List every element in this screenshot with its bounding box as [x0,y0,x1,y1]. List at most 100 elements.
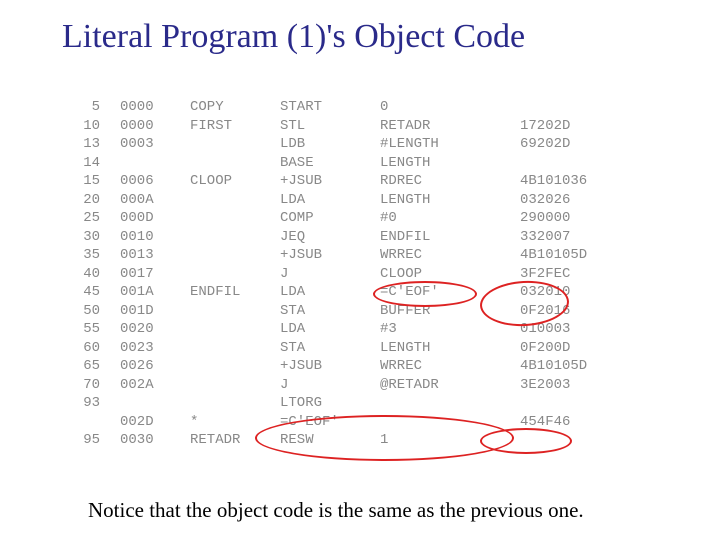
listing-row: 93 LTORG [60,394,645,413]
cell-arg: CLOOP [380,265,520,284]
cell-arg: 1 [380,431,520,450]
cell-op: STL [280,117,380,136]
cell-obj: 3E2003 [520,376,610,395]
cell-arg [380,413,520,432]
cell-line: 5 [60,98,120,117]
cell-obj: 69202D [520,135,610,154]
cell-loc: 0000 [120,98,190,117]
footnote-text: Notice that the object code is the same … [88,498,584,523]
listing-row: 130003LDB#LENGTH69202D [60,135,645,154]
cell-line: 45 [60,283,120,302]
listing-row: 45001AENDFILLDA=C'EOF'032010 [60,283,645,302]
cell-obj [520,394,610,413]
listing-row: 14 BASELENGTH [60,154,645,173]
slide-title: Literal Program (1)'s Object Code [0,0,720,56]
cell-obj [520,431,610,450]
listing-row: 600023STALENGTH0F200D [60,339,645,358]
cell-loc: 0026 [120,357,190,376]
cell-line: 10 [60,117,120,136]
cell-op: =C'EOF' [280,413,380,432]
cell-label: * [190,413,280,432]
cell-line: 40 [60,265,120,284]
cell-line: 65 [60,357,120,376]
cell-obj: 032010 [520,283,610,302]
cell-arg: RETADR [380,117,520,136]
cell-line [60,413,120,432]
cell-loc: 0013 [120,246,190,265]
cell-obj: 0F200D [520,339,610,358]
cell-label: RETADR [190,431,280,450]
cell-op: LDA [280,191,380,210]
cell-loc: 0006 [120,172,190,191]
cell-loc: 000D [120,209,190,228]
cell-loc: 000A [120,191,190,210]
cell-label [190,357,280,376]
listing-row: 50001DSTABUFFER0F2016 [60,302,645,321]
cell-arg: LENGTH [380,191,520,210]
cell-arg: RDREC [380,172,520,191]
cell-loc: 0023 [120,339,190,358]
cell-line: 70 [60,376,120,395]
cell-label [190,394,280,413]
cell-op: LDA [280,320,380,339]
cell-arg: LENGTH [380,154,520,173]
cell-op: J [280,265,380,284]
listing-row: 300010JEQENDFIL332007 [60,228,645,247]
cell-loc: 002D [120,413,190,432]
listing-row: 400017JCLOOP3F2FEC [60,265,645,284]
cell-loc: 0003 [120,135,190,154]
cell-obj: 17202D [520,117,610,136]
cell-obj: 332007 [520,228,610,247]
cell-label [190,265,280,284]
listing-row: 50000COPYSTART0 [60,98,645,117]
cell-obj: 3F2FEC [520,265,610,284]
cell-op: STA [280,302,380,321]
cell-line: 95 [60,431,120,450]
cell-op: +JSUB [280,357,380,376]
cell-line: 14 [60,154,120,173]
cell-line: 13 [60,135,120,154]
cell-line: 15 [60,172,120,191]
cell-line: 55 [60,320,120,339]
cell-label: FIRST [190,117,280,136]
cell-line: 30 [60,228,120,247]
cell-obj: 4B10105D [520,246,610,265]
cell-arg: ENDFIL [380,228,520,247]
cell-obj: 290000 [520,209,610,228]
cell-op: +JSUB [280,172,380,191]
cell-line: 93 [60,394,120,413]
cell-op: LTORG [280,394,380,413]
cell-label: ENDFIL [190,283,280,302]
cell-arg: #0 [380,209,520,228]
cell-op: BASE [280,154,380,173]
cell-label [190,228,280,247]
listing-row: 150006CLOOP+JSUBRDREC4B101036 [60,172,645,191]
cell-arg: 0 [380,98,520,117]
cell-op: J [280,376,380,395]
listing-row: 650026+JSUBWRREC4B10105D [60,357,645,376]
cell-loc: 0000 [120,117,190,136]
assembly-listing: 50000COPYSTART0100000FIRSTSTLRETADR17202… [60,98,645,450]
cell-obj: 0F2016 [520,302,610,321]
listing-row: 25000DCOMP#0290000 [60,209,645,228]
cell-op: LDA [280,283,380,302]
cell-arg: =C'EOF' [380,283,520,302]
cell-label [190,209,280,228]
cell-obj [520,154,610,173]
cell-line: 35 [60,246,120,265]
cell-loc: 001D [120,302,190,321]
cell-label [190,302,280,321]
cell-arg: #3 [380,320,520,339]
cell-loc [120,394,190,413]
cell-arg: WRREC [380,246,520,265]
cell-label [190,154,280,173]
cell-label [190,135,280,154]
cell-arg [380,394,520,413]
listing-row: 350013+JSUBWRREC4B10105D [60,246,645,265]
listing-row: 002D*=C'EOF'454F46 [60,413,645,432]
cell-op: STA [280,339,380,358]
cell-op: RESW [280,431,380,450]
cell-label [190,376,280,395]
cell-line: 20 [60,191,120,210]
cell-arg: BUFFER [380,302,520,321]
